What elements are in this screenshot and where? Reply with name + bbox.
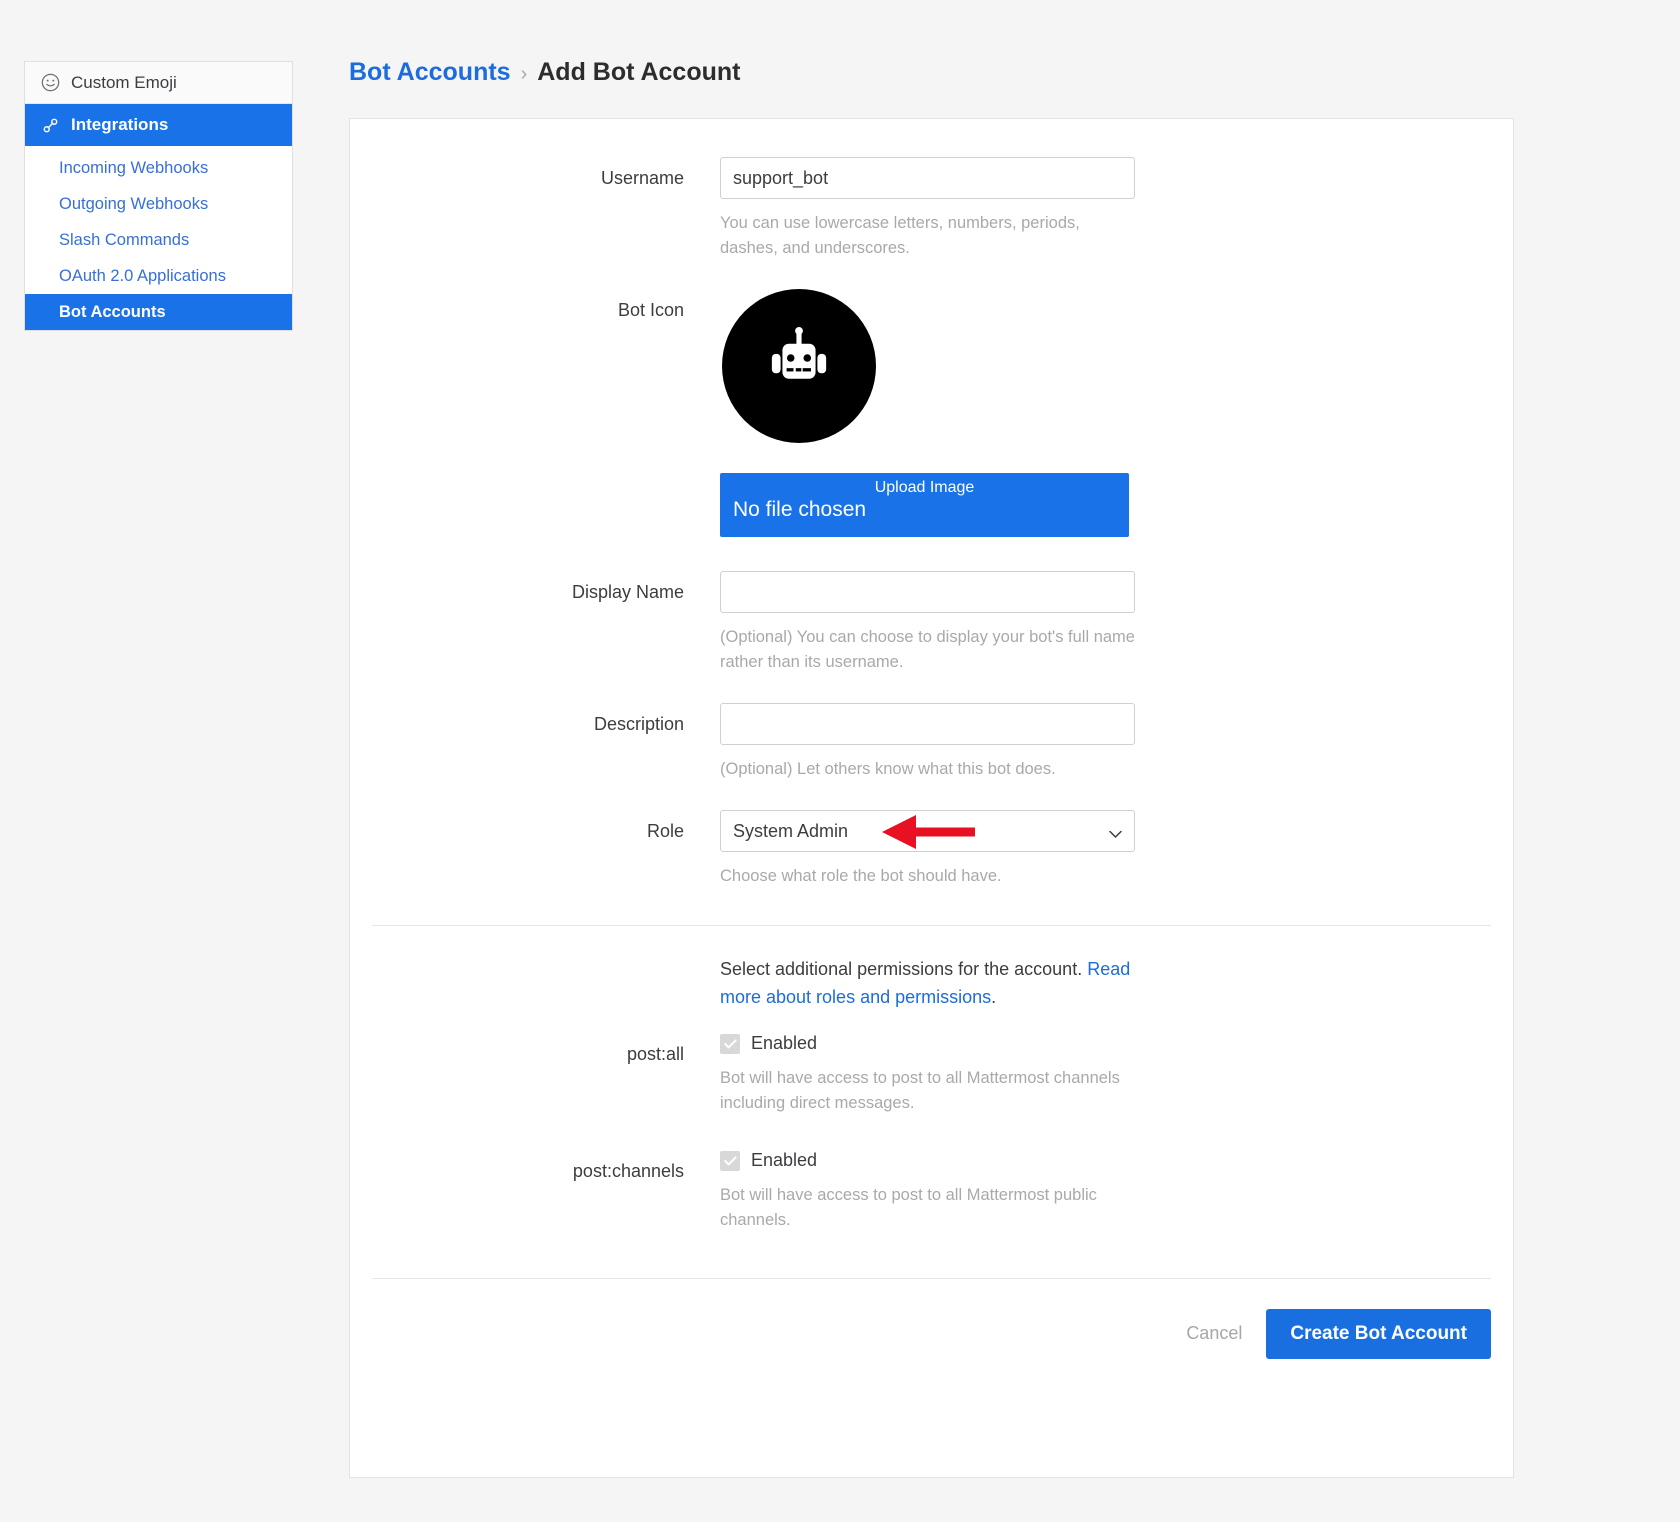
main-content: Bot Accounts › Add Bot Account Username Yo… bbox=[349, 0, 1529, 1478]
role-select[interactable]: System Admin bbox=[720, 810, 1135, 853]
bot-icon-row: Bot Icon Upload Image No file chosen bbox=[350, 289, 1513, 538]
sidebar-item-bot-accounts[interactable]: Bot Accounts bbox=[25, 294, 292, 330]
description-label: Description bbox=[593, 714, 684, 735]
permission-row-post-channels: post:channels Enabled Bot will have acce… bbox=[350, 1150, 1513, 1233]
breadcrumb-separator: › bbox=[520, 63, 528, 85]
section-divider bbox=[372, 925, 1491, 927]
integrations-sidebar: Custom Emoji Integrations Incoming Webho… bbox=[24, 61, 293, 331]
permissions-intro-end: . bbox=[991, 986, 997, 1007]
sidebar-item-label: Custom Emoji bbox=[71, 72, 177, 92]
display-name-row: Display Name (Optional) You can choose t… bbox=[350, 571, 1513, 675]
display-name-input[interactable] bbox=[720, 571, 1135, 614]
permission-help-post-channels: Bot will have access to post to all Matt… bbox=[720, 1186, 1097, 1230]
robot-icon bbox=[753, 318, 845, 415]
permission-checkbox-post-channels[interactable]: Enabled bbox=[720, 1150, 1513, 1171]
page-title: Add Bot Account bbox=[537, 58, 741, 86]
breadcrumb-parent-link[interactable]: Bot Accounts bbox=[349, 58, 511, 86]
link-icon bbox=[39, 114, 61, 136]
permission-label-post-all: post:all bbox=[626, 1044, 684, 1065]
add-bot-account-form-card: Username You can use lowercase letters, … bbox=[349, 118, 1514, 1478]
username-label: Username bbox=[600, 168, 684, 188]
role-help-text: Choose what role the bot should have. bbox=[720, 867, 1002, 886]
bot-icon-label: Bot Icon bbox=[617, 300, 684, 321]
sidebar-sublist: Incoming Webhooks Outgoing Webhooks Slas… bbox=[25, 146, 292, 330]
username-input[interactable] bbox=[720, 157, 1135, 199]
permission-row-post-all: post:all Enabled Bot will have access to… bbox=[350, 1033, 1513, 1116]
permission-checkbox-post-all[interactable]: Enabled bbox=[720, 1033, 1513, 1054]
description-input[interactable] bbox=[720, 703, 1135, 746]
sidebar-item-oauth-applications[interactable]: OAuth 2.0 Applications bbox=[25, 258, 292, 294]
sidebar-item-custom-emoji[interactable]: Custom Emoji bbox=[25, 62, 292, 104]
sidebar-item-slash-commands[interactable]: Slash Commands bbox=[25, 222, 292, 258]
role-label: Role bbox=[646, 821, 684, 842]
upload-image-title: Upload Image bbox=[874, 479, 975, 497]
permissions-intro: Select additional permissions for the ac… bbox=[720, 956, 1140, 1011]
form-footer: Cancel Create Bot Account bbox=[350, 1279, 1513, 1359]
upload-file-status: No file chosen bbox=[733, 498, 867, 522]
upload-image-button[interactable]: Upload Image No file chosen bbox=[720, 473, 1129, 538]
permission-help-post-all: Bot will have access to post to all Matt… bbox=[720, 1069, 1120, 1113]
sidebar-item-outgoing-webhooks[interactable]: Outgoing Webhooks bbox=[25, 186, 292, 222]
permission-checkbox-label: Enabled bbox=[751, 1150, 818, 1171]
create-bot-account-button[interactable]: Create Bot Account bbox=[1266, 1308, 1491, 1359]
sidebar-item-integrations[interactable]: Integrations bbox=[25, 104, 292, 146]
permission-checkbox-label: Enabled bbox=[751, 1033, 818, 1054]
breadcrumb: Bot Accounts › Add Bot Account bbox=[349, 0, 1529, 87]
description-row: Description (Optional) Let others know w… bbox=[350, 703, 1513, 782]
description-help-text: (Optional) Let others know what this bot… bbox=[720, 760, 1056, 779]
cancel-button[interactable]: Cancel bbox=[1170, 1313, 1258, 1354]
role-row: Role System Admin Choose what role the b… bbox=[350, 810, 1513, 889]
checkbox-checked-icon[interactable] bbox=[720, 1150, 740, 1171]
display-name-help-text: (Optional) You can choose to display you… bbox=[720, 628, 1135, 672]
username-row: Username You can use lowercase letters, … bbox=[350, 157, 1513, 261]
permissions-intro-text: Select additional permissions for the ac… bbox=[720, 959, 1088, 980]
display-name-label: Display Name bbox=[571, 582, 684, 603]
bot-avatar bbox=[722, 289, 876, 444]
username-help-text: You can use lowercase letters, numbers, … bbox=[720, 214, 1080, 258]
sidebar-item-label: Integrations bbox=[71, 115, 169, 134]
sidebar-item-incoming-webhooks[interactable]: Incoming Webhooks bbox=[25, 150, 292, 186]
permission-label-post-channels: post:channels bbox=[572, 1161, 684, 1182]
smiley-icon bbox=[39, 72, 61, 94]
checkbox-checked-icon[interactable] bbox=[720, 1033, 740, 1054]
